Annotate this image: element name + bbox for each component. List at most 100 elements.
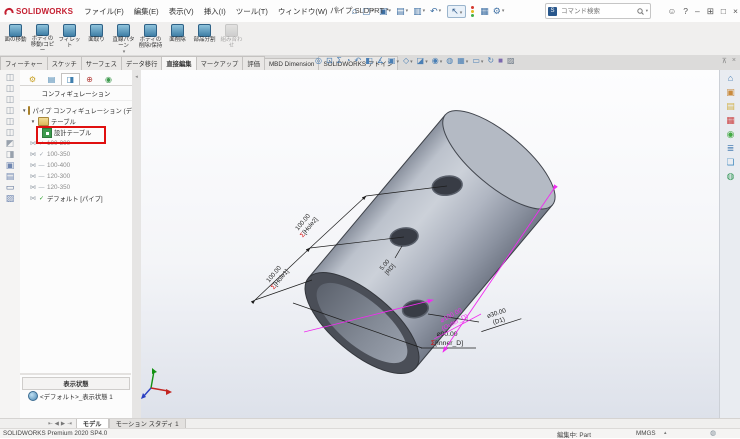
display-state-item[interactable]: <デフォルト>_表示状態 1 [28,391,113,401]
rebuild-traffic-light-icon[interactable] [471,6,474,17]
zoom-to-fit-icon[interactable]: ◎ [315,56,322,65]
back-view-icon[interactable]: ◫ [6,84,15,93]
command-tab[interactable]: 評価 [242,56,265,70]
next-tab-icon[interactable]: ▶ [61,421,65,427]
hatch-display-icon[interactable]: ▨ [507,56,515,65]
select-cursor-button[interactable]: ↖ [447,5,466,18]
apply-scene-icon[interactable]: ▦ [457,56,468,65]
window-tile-icon[interactable]: ⊞ [707,6,714,17]
appearance-filter-icon[interactable]: ▤ [6,172,15,181]
front-view-icon[interactable]: ◫ [6,73,15,82]
minimize-icon[interactable]: – [695,6,700,16]
custom-properties-icon[interactable]: ≣ [727,144,735,153]
help-icon[interactable]: ? [683,6,688,16]
last-tab-icon[interactable]: ⇥ [67,421,72,427]
view-orientation-icon[interactable]: ◇ [403,56,413,65]
units-selector[interactable]: MMGS [636,430,656,437]
dynamic-annotation-views-icon[interactable]: ∡ [377,56,384,65]
hide-show-items-icon[interactable]: ◉ [432,56,443,65]
3d-drawing-views-icon[interactable]: ▣ [388,56,399,65]
left-view-icon[interactable]: ◫ [6,95,15,104]
view-palette-icon[interactable]: ▦ [726,116,735,125]
dimxpert-tab-icon[interactable]: ⊕ [80,73,99,85]
previous-view-icon[interactable]: ↶ [354,56,361,65]
home-icon[interactable]: ⌂ [728,74,733,83]
configurationmanager-tab-icon[interactable]: ◨ [61,73,80,85]
restore-icon[interactable]: □ [721,6,726,16]
command-tab[interactable]: データ移行 [121,56,162,70]
units-caret-icon[interactable]: ▴ [664,430,667,436]
search-input[interactable] [559,7,635,16]
taskpane-pin-icon[interactable]: ⊼ [722,57,727,65]
tree-item-config-100-350[interactable]: ⋈ ✓ 100-350 [30,149,132,160]
print-icon[interactable]: ▥ [411,6,427,17]
section-view-icon[interactable]: ◧ [365,56,373,65]
equations-icon[interactable]: Σ [337,56,342,65]
tree-item-config-100-400[interactable]: ⋈ — 100-400 [30,160,132,171]
isometric-view-icon[interactable]: ◩ [6,139,15,148]
zoom-to-area-icon[interactable]: ⊡ [326,56,333,65]
featuremanager-tab-icon[interactable]: ⚙ [23,73,42,85]
save-icon[interactable]: ▤ [394,6,410,17]
close-icon[interactable]: × [733,6,738,16]
design-library-icon[interactable]: ▣ [726,88,735,97]
taskpane-close-icon[interactable]: × [732,57,736,65]
display-style-icon[interactable]: ◪ [417,56,428,65]
tree-item-pipe-configurations[interactable]: ▼ パイプ コンフィギュレーション (デフォルト) [22,105,132,116]
web-icon[interactable]: ◍ [727,172,735,181]
command-tab[interactable]: MBD Dimension [264,58,320,70]
file-properties-icon[interactable]: ▦ [478,6,491,17]
color-swatch-icon[interactable]: ■ [498,56,503,65]
pipe-model[interactable] [289,95,569,391]
tree-item-config-120-300[interactable]: ⋈ — 120-300 [30,171,132,182]
options-gear-icon[interactable]: ⚙ [491,6,507,17]
graphics-viewport[interactable]: 100.00 Σ[Hole1] 100.00 Σ[Hole2] 5.00 [RD… [141,70,719,418]
prev-tab-icon[interactable]: ◀ [55,421,59,427]
expander-icon[interactable]: ▼ [30,119,36,124]
bottom-view-icon[interactable]: ◫ [6,128,15,137]
panel-splitter[interactable] [20,373,131,375]
command-tab[interactable]: 直接編集 [161,56,196,70]
propertymanager-tab-icon[interactable]: ▤ [42,73,61,85]
command-search[interactable]: S ▾ [545,3,651,19]
menu-item[interactable]: ファイル(F) [79,7,129,16]
top-view-icon[interactable]: ◫ [6,117,15,126]
menu-item[interactable]: ツール(T) [231,7,273,16]
file-explorer-icon[interactable]: ▤ [726,102,735,111]
right-view-icon[interactable]: ◫ [6,106,15,115]
appearances-icon[interactable]: ◉ [727,130,735,139]
dimension-hole1[interactable]: 100.00 Σ[Hole1] [264,263,291,291]
displaymanager-tab-icon[interactable]: ◉ [99,73,118,85]
expander-icon[interactable]: ▼ [22,108,26,113]
monitor-icon[interactable]: ▭ [6,183,15,192]
command-manager-ribbon: 面の移動 ボディの移動/コピー フィレット 面取り 直線パターン ボディの削除/… [0,22,740,56]
first-tab-icon[interactable]: ⇤ [48,421,53,427]
normal-to-view-icon[interactable]: ◨ [6,150,15,159]
section-scope-icon[interactable]: ▨ [6,194,15,203]
menu-item[interactable]: 挿入(I) [199,7,231,16]
ribbon-button-label: ボディの移動/コピー [30,37,55,55]
menu-item[interactable]: 編集(E) [129,7,164,16]
dimension-hole2[interactable]: 100.00 Σ[Hole2] [293,211,320,239]
search-icon[interactable] [637,8,644,15]
display-settings-icon[interactable]: ▣ [6,161,15,170]
tree-item-config-120-350[interactable]: ⋈ — 120-350 [30,182,132,193]
edit-appearance-icon[interactable]: ◍ [446,56,453,65]
tree-item-config-default[interactable]: ⋈ ✓ デフォルト [パイプ] [30,193,132,204]
menu-item[interactable]: 表示(V) [164,7,199,16]
rotate-view-icon[interactable]: ↻ [487,56,494,65]
dimension-d1[interactable]: ⌀30.00 (D1) [476,303,521,331]
command-tab[interactable]: サーフェス [81,56,122,70]
view-settings-icon[interactable]: ▭ [472,56,483,65]
search-caret-icon[interactable]: ▾ [646,8,648,14]
undo-icon[interactable]: ↶ [428,6,443,17]
command-tab[interactable]: マークアップ [196,56,244,70]
tag-icon[interactable]: ◍ [710,429,716,437]
command-tab[interactable]: フィーチャー [0,56,48,70]
user-login-icon[interactable]: ☺ [668,6,677,16]
display-states-header[interactable]: 表示状態 [22,377,130,390]
menu-item[interactable]: ウィンドウ(W) [273,7,333,16]
forum-icon[interactable]: ❏ [726,158,734,167]
magnify-icon[interactable]: ◔ [346,56,351,65]
command-tab[interactable]: スケッチ [47,56,82,70]
